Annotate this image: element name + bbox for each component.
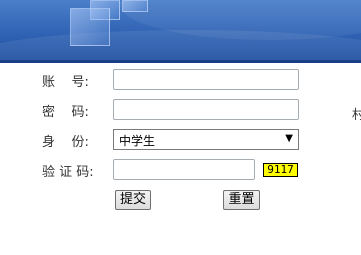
password-label: 密 码: xyxy=(42,105,89,120)
password-input[interactable] xyxy=(113,99,299,120)
account-label: 账 号: xyxy=(42,75,89,90)
captcha-input[interactable] xyxy=(113,159,255,180)
reset-button[interactable]: 重置 xyxy=(223,190,260,210)
captcha-label: 验 证 码: xyxy=(42,165,94,180)
identity-label: 身 份: xyxy=(42,135,89,150)
identity-select[interactable]: 中学生 ▼ xyxy=(113,129,299,150)
edge-text: 村 xyxy=(352,108,361,123)
banner-border xyxy=(0,60,361,63)
dropdown-arrow-icon: ▼ xyxy=(285,133,293,144)
login-page: 账 号: 密 码: 身 份: 中学生 ▼ 验 证 码: 9117 提交 重置 村 xyxy=(0,0,361,255)
captcha-image[interactable]: 9117 xyxy=(263,163,298,177)
submit-button[interactable]: 提交 xyxy=(115,190,151,210)
header-banner xyxy=(0,0,361,63)
cube-decoration xyxy=(70,8,110,46)
identity-selected-value: 中学生 xyxy=(119,134,156,148)
account-input[interactable] xyxy=(113,69,299,90)
cube-decoration xyxy=(122,0,148,12)
